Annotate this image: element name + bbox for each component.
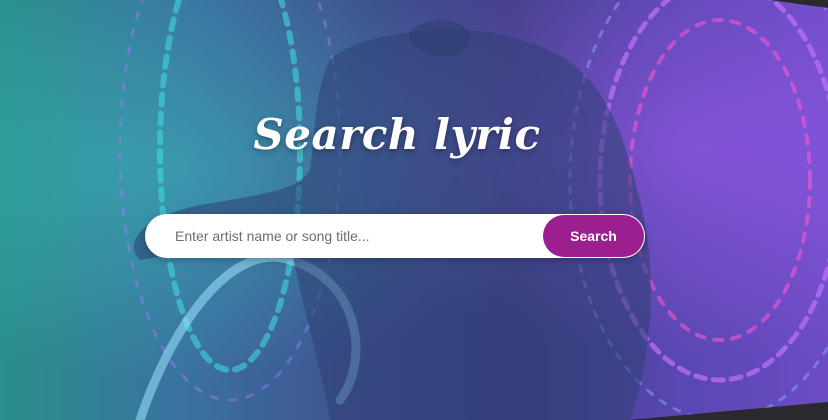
hero-section: Search lyric Search — [0, 0, 828, 420]
page-title: Search lyric — [253, 110, 541, 159]
search-button[interactable]: Search — [543, 215, 644, 257]
search-input[interactable] — [145, 214, 540, 258]
search-bar: Search — [145, 214, 645, 258]
hero-background-image — [0, 0, 828, 420]
